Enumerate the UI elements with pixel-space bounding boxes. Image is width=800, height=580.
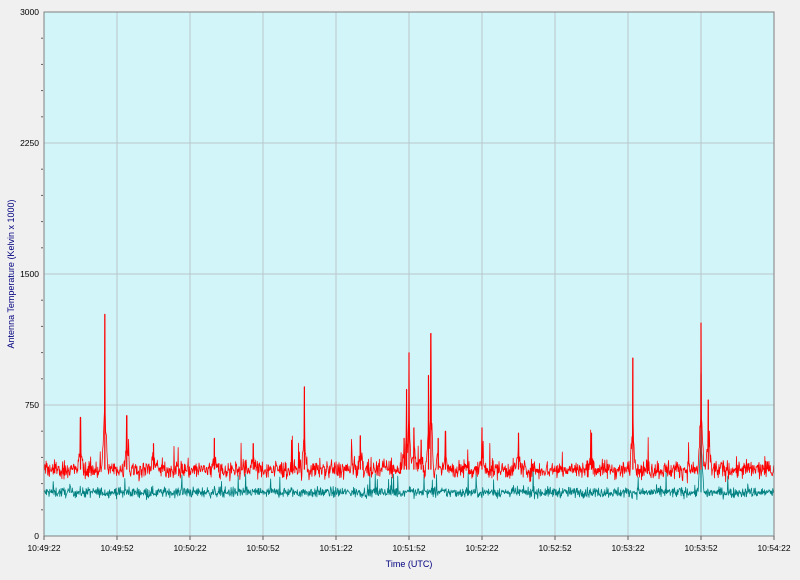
y-tick-label: 0 [34, 531, 39, 541]
x-tick-label: 10:49:52 [100, 543, 133, 553]
antenna-temperature-chart: 0 750 1500 2250 3000 10:49:22 10:49:52 10:50:2… [0, 0, 800, 575]
x-tick-label: 10:50:22 [173, 543, 206, 553]
y-axis-label: Antenna Temperature (Kelvin x 1000) [6, 200, 16, 349]
chart-container: 0 750 1500 2250 3000 10:49:22 10:49:52 10:50:2… [0, 0, 800, 575]
y-tick-label: 1500 [20, 269, 39, 279]
x-axis-label: Time (UTC) [386, 559, 433, 569]
x-tick-label: 10:50:52 [246, 543, 279, 553]
x-tick-label: 10:53:52 [684, 543, 717, 553]
x-tick-label: 10:52:22 [465, 543, 498, 553]
x-tick-label: 10:53:22 [611, 543, 644, 553]
x-tick-label: 10:51:52 [392, 543, 425, 553]
x-tick-label: 10:49:22 [27, 543, 60, 553]
y-tick-label: 2250 [20, 138, 39, 148]
x-tick-label: 10:52:52 [538, 543, 571, 553]
y-tick-label: 3000 [20, 7, 39, 17]
x-tick-label: 10:51:22 [319, 543, 352, 553]
y-tick-label: 750 [25, 400, 39, 410]
x-tick-label: 10:54:22 [757, 543, 790, 553]
